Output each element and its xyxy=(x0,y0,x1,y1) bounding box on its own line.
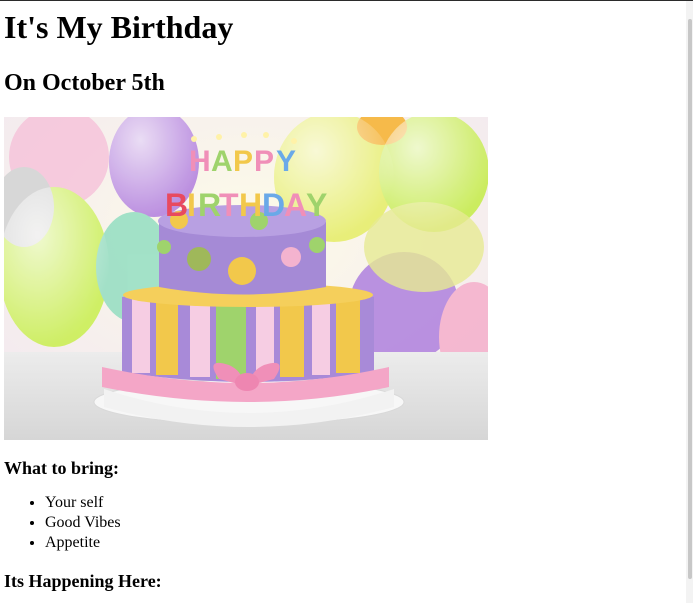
svg-text:P: P xyxy=(233,145,253,178)
scrollbar-thumb[interactable] xyxy=(688,19,692,579)
cake-bottom-tier xyxy=(122,283,374,382)
vertical-scrollbar[interactable] xyxy=(686,1,693,603)
svg-text:H: H xyxy=(239,187,262,223)
svg-text:A: A xyxy=(211,145,233,178)
bring-heading: What to bring: xyxy=(4,458,120,478)
svg-text:Y: Y xyxy=(276,145,296,178)
svg-text:H: H xyxy=(189,145,211,178)
list-item: Good Vibes xyxy=(45,513,684,533)
svg-text:T: T xyxy=(219,187,239,223)
page-subtitle: On October 5th xyxy=(4,70,165,96)
location-heading: Its Happening Here: xyxy=(4,571,162,591)
page-content: It's My Birthday On October 5th H A P P … xyxy=(4,1,684,592)
svg-text:A: A xyxy=(284,187,307,223)
svg-text:D: D xyxy=(262,187,285,223)
svg-text:P: P xyxy=(254,145,274,178)
list-item: Appetite xyxy=(45,533,684,553)
bring-list: Your self Good Vibes Appetite xyxy=(4,493,684,553)
svg-text:R: R xyxy=(198,187,221,223)
svg-text:B: B xyxy=(165,187,188,223)
svg-text:Y: Y xyxy=(306,187,327,223)
page-title: It's My Birthday xyxy=(4,9,234,45)
svg-text:I: I xyxy=(187,187,196,223)
birthday-cake-image: H A P P Y B I R T H D A Y xyxy=(4,117,488,440)
list-item: Your self xyxy=(45,493,684,513)
